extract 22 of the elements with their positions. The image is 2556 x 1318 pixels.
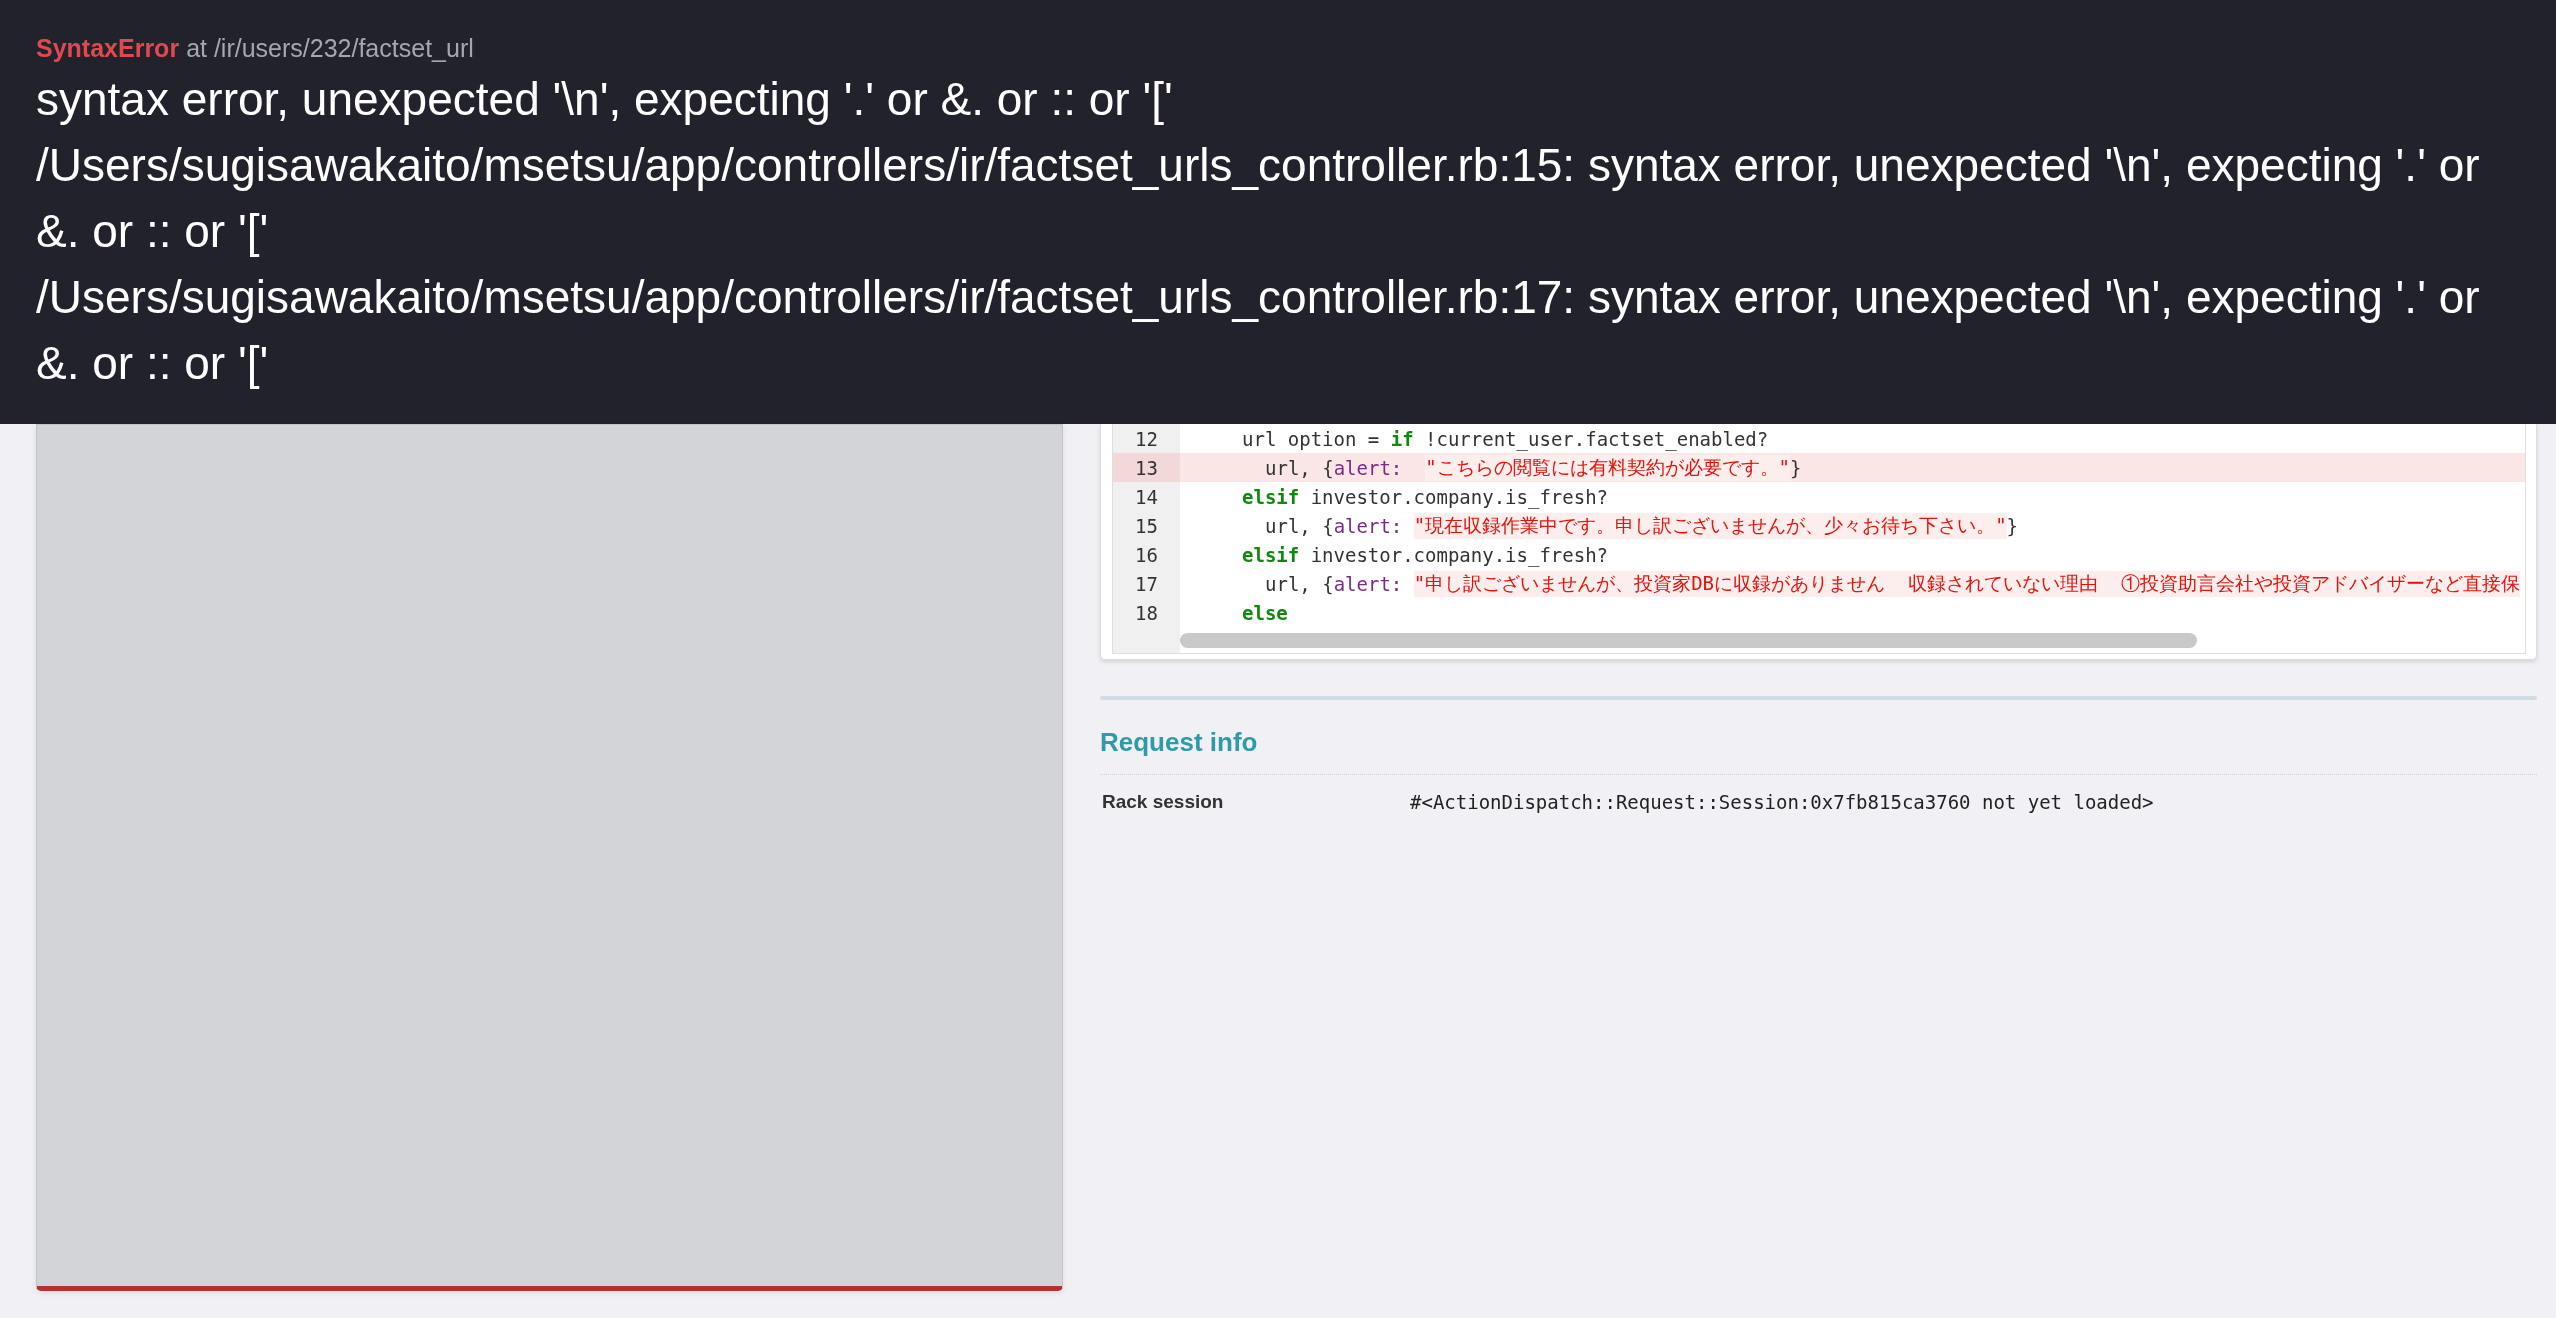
line-number: 13 — [1113, 453, 1180, 482]
error-location: at /ir/users/232/factset_url — [186, 33, 474, 64]
line-number: 17 — [1134, 571, 1159, 597]
line-number: 12 — [1134, 426, 1159, 452]
code-line: elsif investor.company.is_fresh? — [1242, 542, 1609, 569]
error-type: SyntaxError — [36, 33, 180, 64]
code-line: url, {alert: "現在収録作業中です。申し訳ございませんが、少々お待ち下さい。"} — [1265, 511, 2019, 540]
line-number: 14 — [1134, 484, 1159, 510]
line-number: 15 — [1134, 513, 1159, 539]
code-line: url option = if !current_user.factset_enabled? — [1242, 426, 1769, 453]
error-message: syntax error, unexpected '\n', expecting '.' or &. or :: or '[' — [36, 72, 1174, 127]
error-message: /Users/sugisawakaito/msetsu/app/controllers/ir/factset_urls_controller.rb:17: syntax error, unexpected '\n', expecting '.' or &. or :: or '[' — [36, 270, 2481, 391]
code-line: url, {alert: "申し訳ございませんが、投資家DBに収録がありません 収録されていない理由 ①投資助言会社や投資アドバイザーなど直接保 — [1265, 569, 2520, 598]
code-line: elsif investor.company.is_fresh? — [1242, 484, 1609, 511]
line-number: 16 — [1134, 542, 1159, 568]
line-number: 18 — [1134, 600, 1159, 626]
info-value: #<ActionDispatch::Request::Session:0x7fb815ca3760 not yet loaded> — [1410, 791, 2154, 813]
info-label: Rack session — [1102, 791, 1224, 812]
horizontal-scrollbar[interactable] — [1180, 632, 2197, 648]
error-message: /Users/sugisawakaito/msetsu/app/controllers/ir/factset_urls_controller.rb:15: syntax error, unexpected '\n', expecting '.' or &. or :: or '[' — [36, 138, 2481, 259]
code-line: else — [1242, 600, 1288, 626]
section-heading: Request info — [1100, 726, 1258, 759]
